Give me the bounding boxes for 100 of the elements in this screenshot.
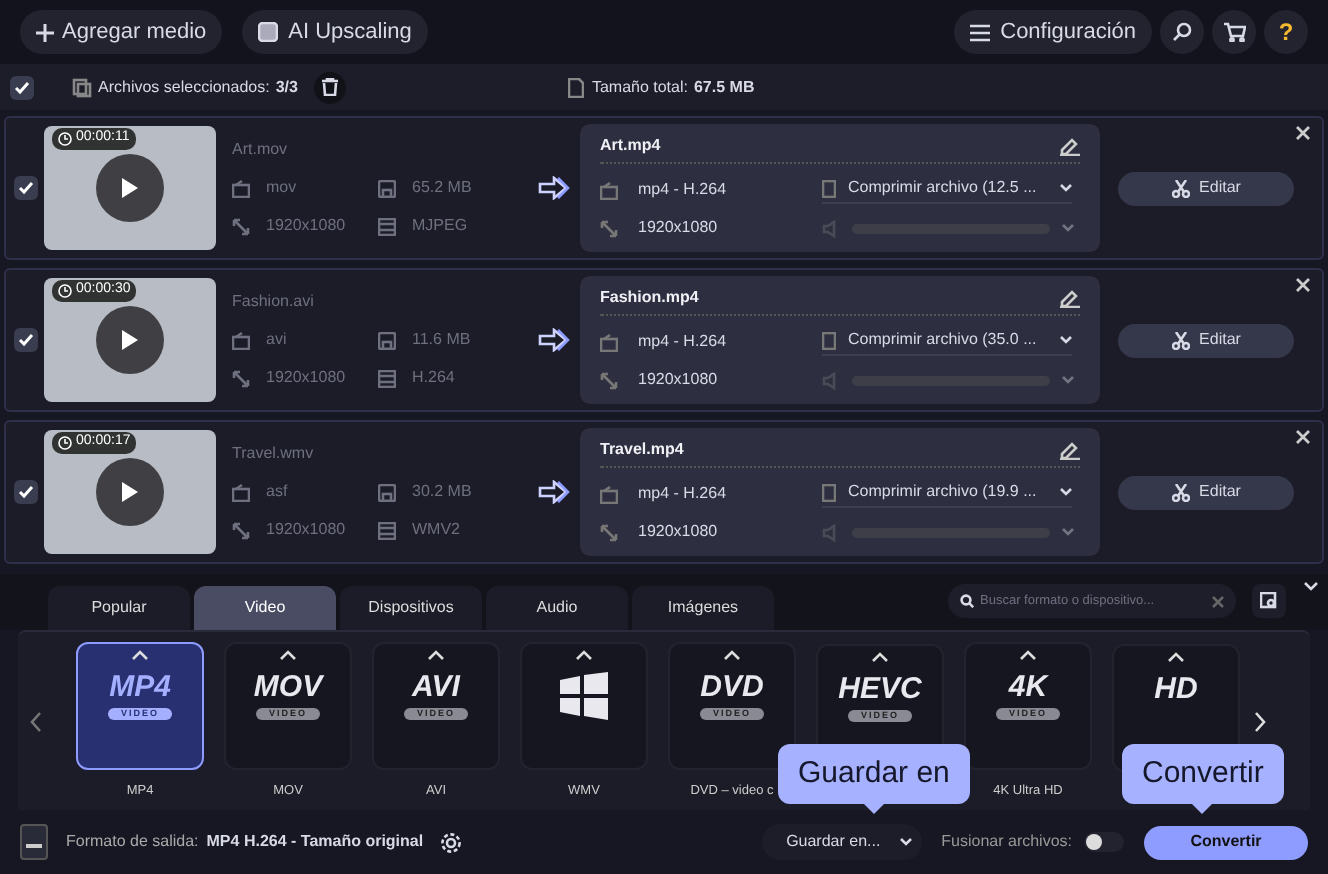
source-file-name: Travel.wmv bbox=[232, 442, 316, 466]
search-button[interactable] bbox=[1160, 10, 1204, 54]
resize-icon bbox=[600, 371, 618, 389]
source-format: mov bbox=[266, 176, 297, 200]
search-icon bbox=[960, 594, 974, 608]
tooltip: Convertir bbox=[1122, 744, 1284, 804]
format-logo: MP4 bbox=[109, 671, 171, 704]
ai-upscaling-button[interactable]: AI Upscaling bbox=[242, 10, 428, 54]
source-codec: H.264 bbox=[412, 366, 455, 390]
compression-dropdown[interactable]: Comprimir archivo (19.9 ... bbox=[822, 480, 1072, 508]
play-button[interactable] bbox=[96, 458, 164, 526]
pencil-icon bbox=[1060, 136, 1080, 156]
format-tab[interactable]: Video bbox=[194, 586, 336, 630]
format-icon bbox=[600, 485, 618, 503]
resize-icon bbox=[232, 217, 250, 235]
compression-dropdown[interactable]: Comprimir archivo (35.0 ... bbox=[822, 328, 1072, 356]
film-icon bbox=[378, 521, 396, 539]
edit-button[interactable]: Editar bbox=[1118, 323, 1294, 357]
format-tab[interactable]: Popular bbox=[48, 586, 190, 630]
play-button[interactable] bbox=[96, 306, 164, 374]
checkbox[interactable] bbox=[10, 75, 34, 99]
output-format-value: MP4 H.264 - Tamaño original bbox=[206, 830, 424, 854]
close-icon bbox=[1296, 126, 1310, 140]
source-file-name: Fashion.avi bbox=[232, 290, 316, 314]
source-format: asf bbox=[266, 480, 288, 504]
source-size: 65.2 MB bbox=[412, 176, 472, 200]
compression-dropdown[interactable]: Comprimir archivo (12.5 ... bbox=[822, 176, 1072, 204]
selected-files-count: 3/3 bbox=[275, 75, 298, 99]
film-icon bbox=[378, 369, 396, 387]
caret-up-icon bbox=[132, 649, 148, 660]
cart-icon bbox=[1223, 22, 1245, 42]
edit-button[interactable]: Editar bbox=[1118, 475, 1294, 509]
chevron-left-icon bbox=[30, 711, 42, 731]
source-file-name: Art.mov bbox=[232, 138, 290, 162]
speaker-icon bbox=[822, 219, 840, 237]
output-file-name[interactable]: Art.mp4 bbox=[600, 134, 1060, 158]
total-size-label: Tamaño total: bbox=[591, 75, 688, 99]
format-logo: AVI bbox=[412, 671, 460, 704]
checkbox[interactable] bbox=[14, 176, 38, 200]
search-icon bbox=[1172, 22, 1192, 42]
convert-arrow-icon bbox=[538, 328, 570, 352]
clock-icon bbox=[58, 132, 72, 146]
merge-toggle[interactable] bbox=[1084, 832, 1124, 852]
device-detect-button[interactable] bbox=[1252, 584, 1286, 618]
settings-button[interactable]: Configuración bbox=[954, 10, 1152, 54]
search-device-icon bbox=[1260, 592, 1278, 610]
cart-button[interactable] bbox=[1212, 10, 1256, 54]
output-file-name[interactable]: Fashion.mp4 bbox=[600, 286, 1060, 310]
save-to-button[interactable]: Guardar en... bbox=[761, 824, 922, 860]
resize-icon bbox=[232, 521, 250, 539]
check-icon bbox=[18, 332, 34, 348]
format-logo: DVD bbox=[700, 671, 764, 704]
caret-icon bbox=[1304, 582, 1318, 592]
files-icon bbox=[72, 77, 92, 97]
caret-icon bbox=[1062, 376, 1074, 384]
format-icon bbox=[232, 483, 250, 501]
caret-up-icon bbox=[724, 649, 740, 660]
clock-icon bbox=[58, 436, 72, 450]
scissors-icon bbox=[1171, 331, 1190, 349]
output-resolution: 1920x1080 bbox=[638, 216, 720, 240]
tooltip: Guardar en bbox=[778, 744, 970, 804]
caret-icon bbox=[1060, 184, 1072, 192]
film-icon bbox=[378, 217, 396, 235]
format-logo: 4K bbox=[1008, 671, 1048, 704]
check-icon bbox=[18, 180, 34, 196]
format-tab[interactable]: Imágenes bbox=[632, 586, 774, 630]
checkbox[interactable] bbox=[14, 480, 38, 504]
delete-button[interactable] bbox=[313, 71, 346, 103]
resize-icon bbox=[600, 523, 618, 541]
format-card[interactable] bbox=[520, 641, 648, 770]
format-logo: HD bbox=[1154, 673, 1198, 705]
edit-button[interactable]: Editar bbox=[1118, 171, 1294, 205]
ai-chip-icon bbox=[258, 22, 279, 42]
output-resolution: 1920x1080 bbox=[638, 520, 720, 544]
caret-up-icon bbox=[872, 651, 888, 661]
close-icon bbox=[1212, 595, 1224, 607]
format-icon bbox=[600, 333, 618, 351]
play-button[interactable] bbox=[96, 154, 164, 222]
output-resolution: 1920x1080 bbox=[638, 368, 720, 392]
caret-up-icon bbox=[576, 649, 592, 660]
merge-files-label: Fusionar archivos: bbox=[941, 830, 1072, 854]
format-icon bbox=[232, 331, 250, 349]
checkbox[interactable] bbox=[14, 328, 38, 352]
caret-icon bbox=[1060, 488, 1072, 496]
check-icon bbox=[14, 79, 30, 95]
settings-sliders-icon bbox=[970, 23, 991, 41]
convert-button[interactable]: Convertir bbox=[1144, 825, 1308, 859]
output-format-icon bbox=[20, 824, 48, 860]
scissors-icon bbox=[1171, 483, 1190, 501]
check-icon bbox=[18, 484, 34, 500]
format-tab[interactable]: Audio bbox=[486, 586, 628, 630]
source-resolution: 1920x1080 bbox=[266, 518, 346, 542]
file-icon bbox=[822, 331, 836, 349]
caret-up-icon bbox=[280, 649, 296, 660]
output-format: mp4 - H.264 bbox=[638, 178, 729, 202]
help-button[interactable]: ? bbox=[1264, 10, 1308, 54]
file-icon bbox=[822, 179, 836, 197]
add-media-button[interactable]: Agregar medio bbox=[20, 10, 223, 54]
format-tab[interactable]: Dispositivos bbox=[340, 586, 482, 630]
output-file-name[interactable]: Travel.mp4 bbox=[600, 438, 1060, 462]
